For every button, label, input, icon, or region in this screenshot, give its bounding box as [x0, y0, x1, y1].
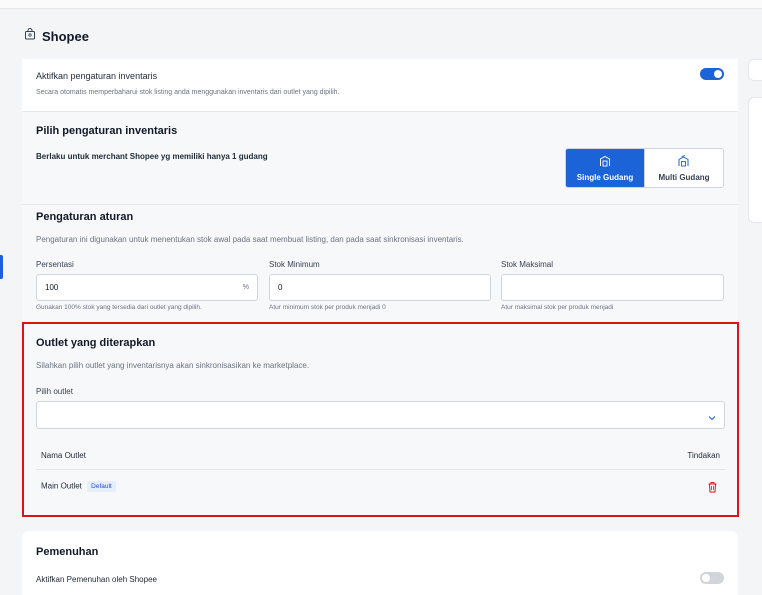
- side-panel: [748, 97, 762, 223]
- max-stock-label: Stok Maksimal: [501, 260, 554, 269]
- inventory-setting-subtitle: Berlaku untuk merchant Shopee yg memilik…: [36, 152, 268, 161]
- percentage-label: Persentasi: [36, 260, 74, 269]
- trash-icon[interactable]: [707, 480, 718, 498]
- multi-gudang-label: Multi Gudang: [658, 172, 710, 182]
- outlet-table-header: Nama Outlet Tindakan: [36, 442, 725, 470]
- column-action: Tindakan: [687, 451, 720, 460]
- column-outlet-name: Nama Outlet: [41, 451, 86, 460]
- max-stock-hint: Atur maksimal stok per produk menjadi: [501, 304, 614, 311]
- fulfillment-toggle-switch[interactable]: [700, 572, 724, 584]
- inventory-toggle-label: Aktifkan pengaturan inventaris: [36, 71, 158, 81]
- inventory-mode-selector: Single Gudang Multi Gudang: [565, 148, 724, 188]
- warehouse-icon: [599, 155, 611, 169]
- warehouses-icon: [677, 154, 691, 169]
- outlet-name: Main Outlet: [41, 481, 82, 491]
- percentage-hint: Gunakan 100% stok yang tersedia dari out…: [36, 304, 202, 311]
- percentage-suffix: %: [242, 284, 249, 291]
- single-gudang-label: Single Gudang: [576, 172, 634, 182]
- rules-description: Pengaturan ini digunakan untuk menentuka…: [36, 235, 464, 244]
- min-stock-input[interactable]: 0: [269, 274, 491, 301]
- page-title: Shopee: [42, 28, 89, 44]
- fulfillment-title: Pemenuhan: [36, 546, 99, 558]
- fulfillment-card: Pemenuhan Aktifkan Pemenuhan oleh Shopee: [22, 531, 738, 595]
- min-stock-value: 0: [278, 283, 283, 292]
- inventory-toggle-description: Secara otomatis memperbaharui stok listi…: [36, 89, 340, 96]
- nav-active-indicator: [0, 255, 3, 279]
- rules-section: Pengaturan aturan Pengaturan ini digunak…: [22, 204, 738, 322]
- inventory-toggle-switch[interactable]: [700, 68, 724, 80]
- inventory-setting-title: Pilih pengaturan inventaris: [36, 125, 178, 137]
- percentage-input[interactable]: 100 %: [36, 274, 258, 301]
- side-panel-top: [748, 59, 762, 81]
- min-stock-hint: Atur minimum stok per produk menjadi 0: [269, 304, 386, 311]
- outlet-section: Outlet yang diterapkan Silahkan pilih ou…: [22, 322, 739, 517]
- max-stock-input[interactable]: [501, 274, 724, 301]
- page-header: Shopee: [24, 27, 89, 45]
- default-badge: Default: [87, 481, 116, 492]
- table-row: Main Outlet Default: [36, 470, 725, 504]
- rules-title: Pengaturan aturan: [36, 211, 134, 223]
- top-bar: [0, 0, 762, 9]
- multi-gudang-option[interactable]: Multi Gudang: [644, 149, 723, 187]
- single-gudang-option[interactable]: Single Gudang: [566, 149, 644, 187]
- fulfillment-toggle-label: Aktifkan Pemenuhan oleh Shopee: [36, 575, 157, 584]
- outlet-name-cell: Main Outlet Default: [41, 481, 116, 492]
- min-stock-label: Stok Minimum: [269, 260, 320, 269]
- outlet-title: Outlet yang diterapkan: [36, 337, 156, 349]
- chevron-down-icon: [707, 410, 717, 428]
- outlet-select[interactable]: [36, 401, 725, 429]
- outlet-description: Silahkan pilih outlet yang inventarisnya…: [36, 361, 310, 370]
- shop-bag-icon: [24, 27, 36, 45]
- percentage-value: 100: [45, 283, 59, 292]
- outlet-select-label: Pilih outlet: [36, 387, 73, 396]
- inventory-toggle-section: Aktifkan pengaturan inventaris Secara ot…: [22, 59, 738, 111]
